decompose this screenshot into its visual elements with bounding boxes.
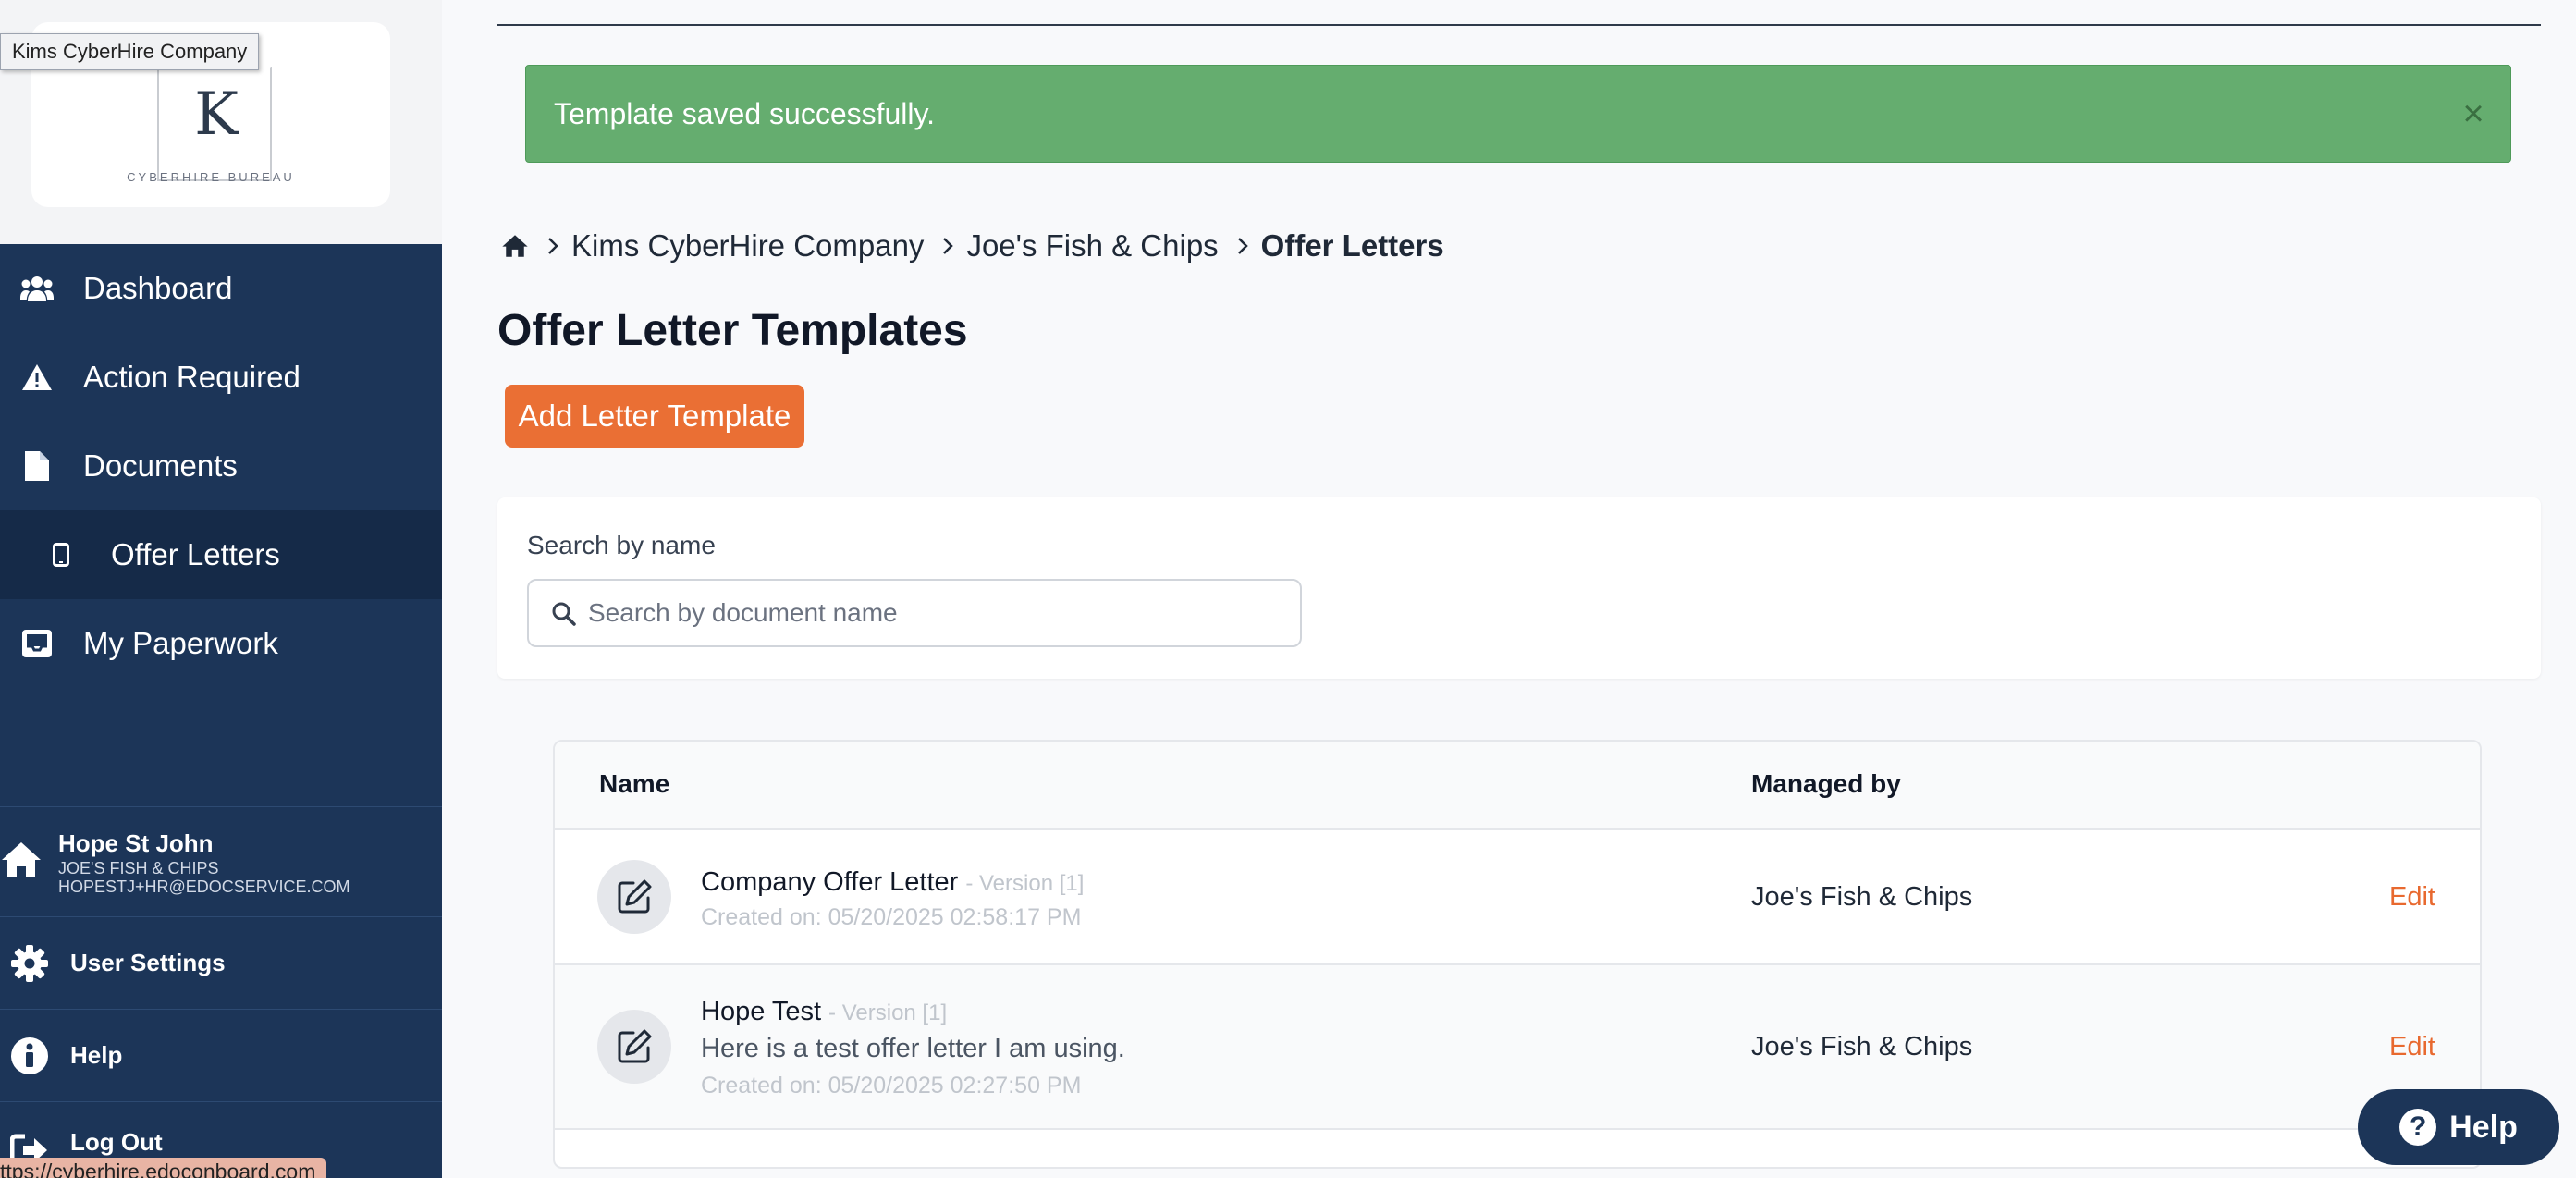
breadcrumb-client[interactable]: Joe's Fish & Chips [966, 228, 1218, 264]
alert-message: Template saved successfully. [554, 96, 936, 130]
logo-caption: CYBERHIRE BUREAU [127, 170, 295, 184]
search-input[interactable] [588, 581, 1291, 645]
company-tooltip: Kims CyberHire Company [0, 33, 260, 70]
user-profile[interactable]: Hope St John JOE'S FISH & CHIPS HOPESTJ+… [0, 806, 442, 917]
sidebar-item-label: My Paperwork [83, 626, 278, 660]
template-description: Here is a test offer letter I am using. [701, 1034, 1125, 1063]
user-name: Hope St John [58, 829, 214, 857]
user-company-name: JOE'S FISH & CHIPS [58, 859, 219, 877]
sidebar-item-label: Action Required [83, 360, 301, 394]
warning-icon [18, 359, 55, 396]
chevron-right-icon [942, 237, 954, 255]
template-created: Created on: 05/20/2025 02:27:50 PM [701, 1073, 1082, 1098]
logo-area: K CYBERHIRE BUREAU Kims CyberHire Compan… [0, 0, 442, 244]
sidebar-item-label: Documents [83, 448, 238, 483]
logo-letter: K [194, 80, 239, 149]
edit-template-link[interactable]: Edit [2389, 882, 2435, 913]
top-divider [497, 24, 2541, 26]
template-version: - Version [1] [965, 871, 1085, 896]
breadcrumb-company[interactable]: Kims CyberHire Company [571, 228, 924, 264]
sidebar-item-dashboard[interactable]: Dashboard [0, 244, 442, 333]
page-title: Offer Letter Templates [497, 306, 968, 355]
column-header-name[interactable]: Name [599, 769, 669, 799]
template-version: - Version [1] [828, 1000, 948, 1025]
template-name: Hope Test [701, 997, 822, 1026]
user-settings-link[interactable]: User Settings [0, 917, 442, 1010]
inbox-icon [18, 625, 55, 662]
sidebar: K CYBERHIRE BUREAU Kims CyberHire Compan… [0, 0, 442, 1178]
template-title[interactable]: Hope Test - Version [1] [701, 997, 947, 1027]
template-title[interactable]: Company Offer Letter - Version [1] [701, 867, 1084, 898]
help-widget-label: Help [2449, 1109, 2518, 1145]
sidebar-item-my-paperwork[interactable]: My Paperwork [0, 599, 442, 688]
gear-icon [7, 941, 52, 986]
home-icon [0, 841, 44, 881]
template-managed-by: Joe's Fish & Chips [1751, 1032, 1973, 1061]
status-bar-url: ttps://cyberhire.edoconboard.com [0, 1158, 327, 1178]
edit-document-icon [597, 860, 671, 934]
success-alert: Template saved successfully. × [525, 65, 2511, 163]
edit-document-icon [597, 1010, 671, 1084]
search-label: Search by name [527, 531, 716, 559]
user-settings-label: User Settings [70, 949, 226, 976]
tablet-icon [43, 536, 80, 573]
sidebar-item-documents[interactable]: Documents [0, 422, 442, 510]
template-name: Company Offer Letter [701, 867, 959, 897]
template-created: Created on: 05/20/2025 02:58:17 PM [701, 904, 1082, 930]
table-row: Company Offer Letter - Version [1] Create… [555, 830, 2480, 965]
edit-template-link[interactable]: Edit [2389, 1032, 2435, 1062]
sidebar-item-action-required[interactable]: Action Required [0, 333, 442, 422]
table-header: Name Managed by [555, 742, 2480, 830]
sidebar-item-label: Offer Letters [111, 537, 280, 571]
logo-frame: K [157, 67, 272, 181]
home-icon[interactable] [501, 234, 529, 258]
search-icon [551, 601, 579, 629]
question-icon: ? [2399, 1109, 2437, 1146]
help-label: Help [70, 1041, 123, 1069]
users-icon [18, 270, 55, 307]
main-content: Template saved successfully. × Kims Cybe… [442, 0, 2576, 1178]
template-managed-by: Joe's Fish & Chips [1751, 882, 1973, 912]
sidebar-item-offer-letters[interactable]: Offer Letters [0, 510, 442, 599]
info-icon [7, 1034, 52, 1078]
breadcrumb: Kims CyberHire Company Joe's Fish & Chip… [501, 224, 1444, 268]
sidebar-item-label: Dashboard [83, 271, 233, 305]
column-header-managed-by[interactable]: Managed by [1751, 769, 1901, 799]
breadcrumb-current: Offer Letters [1260, 228, 1444, 263]
templates-table: Name Managed by Company Offer Letter - Ve… [553, 740, 2482, 1169]
search-card: Search by name [497, 497, 2541, 679]
chevron-right-icon [547, 237, 558, 255]
help-link[interactable]: Help [0, 1010, 442, 1102]
help-widget-button[interactable]: ? Help [2358, 1089, 2559, 1165]
add-letter-template-button[interactable]: Add Letter Template [505, 385, 804, 448]
user-company: JOE'S FISH & CHIPS HOPESTJ+HR@EDOCSERVIC… [58, 859, 350, 896]
user-email: HOPESTJ+HR@EDOCSERVICE.COM [58, 877, 350, 896]
table-row: Hope Test - Version [1] Here is a test of… [555, 965, 2480, 1130]
close-icon[interactable]: × [2455, 95, 2492, 132]
document-icon [18, 448, 55, 485]
logout-label: Log Out [70, 1128, 163, 1156]
sidebar-nav: Dashboard Action Required Documents Offe… [0, 244, 442, 688]
chevron-right-icon [1237, 237, 1248, 255]
search-field[interactable] [527, 579, 1302, 647]
